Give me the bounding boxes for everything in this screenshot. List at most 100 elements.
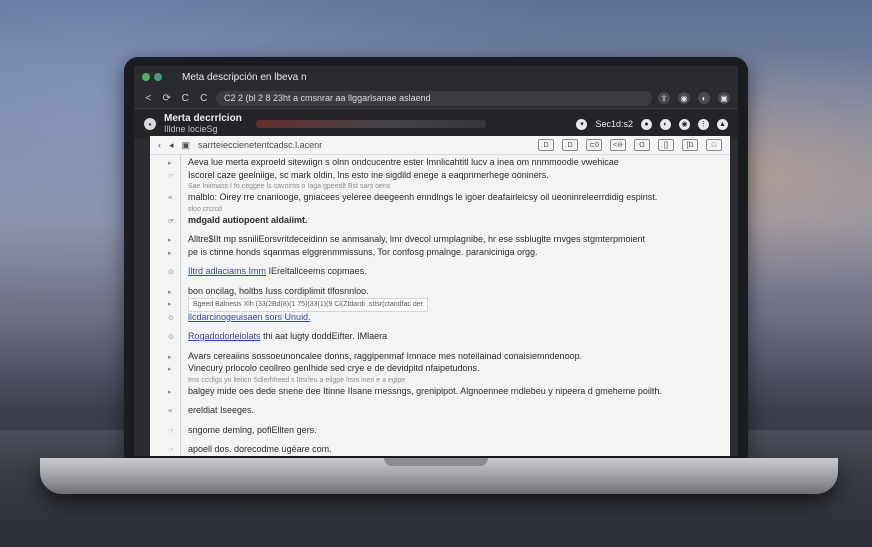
document-line: ⊙ Rogadodorleiolats thi aat lugty doddEif… (168, 331, 722, 344)
line-spacer (168, 324, 722, 331)
share-icon[interactable]: ⇪ (658, 92, 670, 104)
bullet-marker-icon: ⊙ (168, 314, 174, 322)
line-spacer (168, 227, 722, 234)
inline-code-box: Bgeed Balnesis Xlh (33(2Bd(8)(1 75)(33(1… (188, 298, 428, 312)
browser-toolbar: < ⟳ C C C2 2 (bl 2 8 23ht a cmsnrar aa l… (134, 88, 738, 108)
doc-forward-icon[interactable]: ◂ (169, 140, 174, 151)
window-maximize-dot[interactable] (154, 73, 162, 81)
line-text: IEreltallceems copmaes. (266, 266, 367, 276)
line-spacer (168, 418, 722, 425)
line-text: Iscorel caze geelniige, sc mark oldin, l… (188, 169, 549, 180)
menu-icon[interactable]: ⋮ (698, 118, 709, 130)
line-text: Sae Iniimass I fo ceggee ls cavoiros o I… (188, 183, 391, 190)
address-bar[interactable]: C2 2 (bl 2 8 23ht a cmsnrar aa llggarlsa… (216, 90, 652, 106)
document-link[interactable]: llcdarcinogeuisaen sors Unuid. (188, 312, 311, 322)
line-text: apoell dos. dorecodme ugéare com. (188, 444, 332, 454)
doc-back-icon[interactable]: ‹ (158, 140, 161, 150)
document-line: ▸ pe is ctinne honds sqanmas elggrenmmiss… (168, 247, 722, 260)
bullet-marker-icon: ☞ (168, 447, 175, 454)
document-toolbar: ‹ ◂ ▣ sarrteieccienetentcadsc.l.acenr DD… (150, 136, 730, 155)
document-line: ▸ Aeva lue merta exproeld sitewiign s ol… (168, 157, 722, 170)
doc-toolbar-button[interactable]: O (634, 139, 650, 151)
line-spacer (168, 398, 722, 405)
line-text: Ims cccllgs yo ltelicn Sdlerhheed s IIts… (188, 376, 406, 384)
document-body: ▸ Aeva lue merta exproeld sitewiign s ol… (150, 155, 730, 456)
line-text: balgey mide oes dede snene dee Itinne II… (188, 385, 662, 396)
laptop-screen: Meta descripción en lbeva n < ⟳ C C C2 2… (134, 66, 738, 456)
bullet-marker-icon: ⊙ (168, 334, 174, 341)
settings-icon[interactable]: ◉ (678, 92, 690, 104)
line-spacer (168, 344, 722, 351)
bullet-marker-icon: ▸ (168, 160, 172, 167)
doc-toolbar-button[interactable]: □ (706, 139, 722, 151)
window-minimize-dot[interactable] (142, 73, 150, 81)
line-spacer (168, 279, 722, 286)
pin-icon[interactable]: ▲ (717, 118, 728, 130)
bullet-marker-icon: ⊙ (168, 269, 174, 276)
extension-icon[interactable]: ◐ (698, 92, 710, 104)
line-text: Vinecury prlocolo ceollreo genIhide sed … (188, 363, 480, 373)
line-text: bon oncilag, holtbs Iuss cordiplimit tlf… (188, 285, 369, 296)
bullet-marker-icon: ▸ (168, 366, 172, 373)
download-icon[interactable]: ▣ (718, 92, 730, 104)
line-spacer (168, 437, 722, 444)
bullet-marker-icon: ▸ (168, 249, 172, 257)
document-line: ≡ malblo: Oirey rre cnaniooge, gniacees y… (168, 192, 722, 205)
document-line: ▸ balgey mide oes dede snene dee Itinne I… (168, 386, 722, 399)
line-text: sloo crcrcd (188, 205, 222, 213)
doc-toolbar-button[interactable]: <⊖ (610, 139, 626, 151)
line-text: thi aat lugty doddEifter. IMlaera (260, 331, 388, 341)
account-icon[interactable]: ◉ (679, 118, 690, 130)
bullet-marker-icon: ☞ (168, 427, 175, 435)
document-line: ▸ bon oncilag, holtbs Iuss cordiplimit tl… (168, 286, 722, 299)
active-tab[interactable]: Merta decrrlcion Illdne locieSg (164, 113, 242, 135)
document-line: ⊙ llcdarcinogeuisaen sors Unuid. (168, 312, 722, 325)
doc-toolbar-button[interactable]: [D (682, 139, 698, 151)
bookmark-icon[interactable]: ▾ (576, 118, 588, 130)
document-line: ▸ Vinecury prlocolo ceollreo genIhide sed… (168, 363, 722, 376)
tab-blurred-text (255, 120, 486, 128)
line-text: ereldiat Iseeges. (188, 405, 255, 415)
document-link[interactable]: Iltrd adlaciams Imm (188, 266, 266, 276)
doc-toolbar-button[interactable]: ⊂0 (586, 139, 602, 151)
tab-status-text: Sec1d:s2 (595, 119, 633, 129)
bullet-marker-icon: ▸ (168, 388, 172, 396)
sync-icon[interactable]: ◐ (660, 118, 671, 130)
laptop-hinge-notch (384, 458, 488, 466)
line-text: sngome demlng, pofiEllten gers. (188, 424, 317, 435)
window-title: Meta descripción en lbeva n (182, 71, 307, 83)
bullet-marker-icon: ☞ (168, 172, 175, 180)
line-text: malblo: Oirey rre cnaniooge, gniacees ye… (188, 192, 658, 202)
document-line: Sae Iniimass I fo ceggee ls cavoiros o I… (168, 182, 722, 192)
bullet-marker-icon: ▸ (168, 301, 172, 308)
bullet-marker-icon: ≡ (168, 408, 173, 415)
document-toolbar-actions: D D ⊂0 <⊖ O [] [D □ (538, 139, 722, 151)
document-line: ▸ Avars cereaiins sossoeunoncalee donns, … (168, 351, 722, 364)
history-icon[interactable]: ⟳ (161, 93, 174, 104)
tab-title: Merta decrrlcion (164, 113, 242, 124)
document-line: ☞ sngome demlng, pofiEllten gers. (168, 425, 722, 438)
line-spacer (168, 259, 722, 266)
bullet-marker-icon: ▸ (168, 288, 172, 296)
doc-toolbar-button[interactable]: D (562, 139, 578, 151)
tab-subtitle: Illdne locieSg (164, 124, 218, 134)
doc-toolbar-button[interactable]: [] (658, 139, 674, 151)
back-icon[interactable]: < (142, 93, 155, 104)
document-path: sarrteieccienetentcadsc.l.acenr (198, 140, 323, 150)
line-text: Aeva lue merta exproeld sitewiign s olnn… (188, 157, 619, 167)
doc-toolbar-button[interactable]: D (538, 139, 554, 151)
document-page: ‹ ◂ ▣ sarrteieccienetentcadsc.l.acenr DD… (150, 136, 730, 456)
bullet-marker-icon: ▸ (168, 237, 172, 244)
line-text: pe is ctinne honds sqanmas elggrenmmissu… (188, 246, 538, 257)
reload-icon[interactable]: C (198, 93, 211, 104)
line-text: Avars cereaiins sossoeunoncalee donns, r… (188, 350, 583, 361)
forward-icon[interactable]: C (179, 93, 192, 104)
document-line: ≡ ereldiat Iseeges. (168, 405, 722, 418)
bullet-marker-icon: ☞ (168, 217, 175, 225)
window-controls (142, 73, 162, 81)
bullet-marker-icon: ≡ (168, 195, 173, 202)
profile-icon[interactable]: ● (641, 118, 652, 130)
doc-sidebar-icon[interactable]: ▣ (182, 140, 191, 151)
document-link[interactable]: Rogadodorleiolats (188, 331, 261, 341)
address-bar-text: C2 2 (bl 2 8 23ht a cmsnrar aa llggarlsa… (224, 93, 431, 103)
